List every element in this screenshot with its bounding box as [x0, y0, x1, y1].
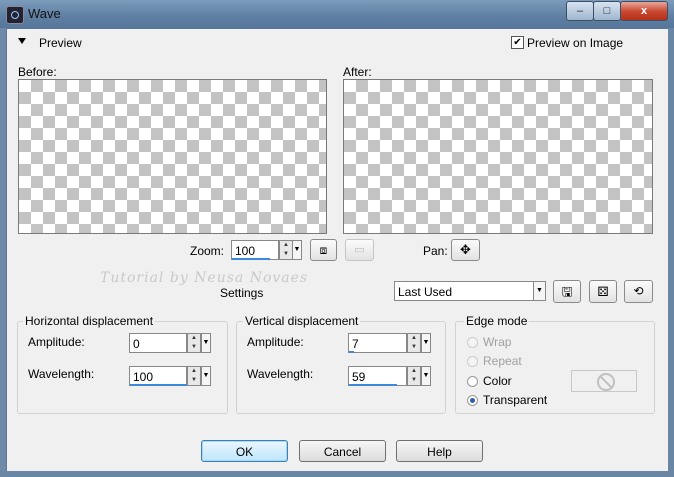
after-preview[interactable] [343, 79, 653, 234]
transparent-label[interactable]: Transparent [483, 393, 547, 407]
vertical-amplitude-spinner[interactable]: ▲ ▼ [407, 333, 421, 353]
zoom-dropdown[interactable]: ▼ [292, 240, 302, 260]
horizontal-amplitude-input[interactable]: 0 [129, 333, 187, 353]
pan-label: Pan: [423, 244, 448, 258]
zoom-actual-icon: ▭ [354, 244, 365, 256]
preview-on-image-label[interactable]: Preview on Image [527, 36, 623, 50]
horizontal-amplitude-dropdown[interactable]: ▼ [201, 333, 211, 353]
vertical-amplitude-label: Amplitude: [247, 335, 304, 349]
horizontal-wavelength-input[interactable]: 100 [129, 366, 187, 386]
save-preset-button[interactable]: 🖫 [553, 280, 581, 303]
horizontal-displacement-title: Horizontal displacement [23, 314, 156, 328]
watermark-text: Tutorial by Neusa Novaes [100, 270, 309, 286]
random-icon: ⚄ [597, 284, 609, 299]
repeat-radio[interactable] [467, 356, 478, 367]
zoom-fit-button[interactable]: ⧈ [310, 239, 337, 261]
cancel-button[interactable]: Cancel [299, 440, 386, 462]
vertical-amplitude-input[interactable]: 7 [348, 333, 407, 353]
wrap-radio[interactable] [467, 337, 478, 348]
horizontal-amplitude-label: Amplitude: [28, 335, 85, 349]
collapse-triangle-icon[interactable] [18, 38, 26, 44]
window-border [668, 28, 674, 477]
preset-dropdown[interactable]: ▼ [533, 281, 546, 301]
minimize-button[interactable]: – [566, 1, 594, 21]
randomize-button[interactable]: ⚄ [589, 280, 617, 303]
camera-icon [6, 6, 24, 24]
before-preview[interactable] [18, 79, 327, 234]
zoom-slider-bar[interactable] [232, 258, 270, 260]
color-swatch[interactable] [571, 370, 637, 392]
transparent-radio[interactable] [467, 395, 478, 406]
edge-mode-title: Edge mode [464, 314, 530, 328]
reset-icon: ⟲ [633, 284, 644, 298]
color-radio[interactable] [467, 376, 478, 387]
window-title: Wave [28, 6, 61, 21]
wrap-label[interactable]: Wrap [483, 335, 511, 349]
preview-header[interactable]: Preview [39, 36, 82, 50]
zoom-input[interactable]: 100 [231, 240, 279, 260]
maximize-button[interactable]: □ [593, 1, 621, 21]
horizontal-wavelength-dropdown[interactable]: ▼ [201, 366, 211, 386]
no-color-icon [597, 373, 615, 391]
vertical-displacement-title: Vertical displacement [243, 314, 361, 328]
after-label: After: [343, 65, 372, 79]
save-icon: 🖫 [561, 284, 573, 299]
zoom-fit-icon: ⧈ [319, 243, 328, 257]
help-button[interactable]: Help [396, 440, 483, 462]
zoom-spinner[interactable]: ▲ ▼ [279, 240, 293, 260]
horizontal-wavelength-label: Wavelength: [28, 367, 95, 381]
horizontal-amplitude-spinner[interactable]: ▲ ▼ [187, 333, 201, 353]
vertical-wavelength-bar[interactable] [349, 384, 397, 386]
repeat-label[interactable]: Repeat [483, 354, 522, 368]
window-border-bottom [0, 471, 674, 477]
pan-button[interactable]: ✥ [451, 239, 480, 261]
vertical-wavelength-input[interactable]: 59 [348, 366, 407, 386]
before-label: Before: [18, 65, 57, 79]
color-label[interactable]: Color [483, 374, 512, 388]
vertical-amplitude-bar[interactable] [349, 351, 354, 353]
horizontal-wavelength-spinner[interactable]: ▲ ▼ [187, 366, 201, 386]
preset-select[interactable]: Last Used [394, 281, 534, 301]
vertical-wavelength-dropdown[interactable]: ▼ [421, 366, 431, 386]
vertical-wavelength-spinner[interactable]: ▲ ▼ [407, 366, 421, 386]
settings-label: Settings [220, 286, 264, 300]
vertical-wavelength-label: Wavelength: [247, 367, 314, 381]
reset-button[interactable]: ⟲ [624, 280, 653, 303]
preview-on-image-checkbox[interactable]: ✔ [511, 36, 524, 49]
close-button[interactable]: x [620, 1, 668, 21]
pan-icon: ✥ [460, 242, 471, 257]
zoom-actual-button[interactable]: ▭ [345, 239, 374, 261]
zoom-label: Zoom: [190, 244, 225, 258]
vertical-amplitude-dropdown[interactable]: ▼ [421, 333, 431, 353]
ok-button[interactable]: OK [201, 440, 288, 462]
